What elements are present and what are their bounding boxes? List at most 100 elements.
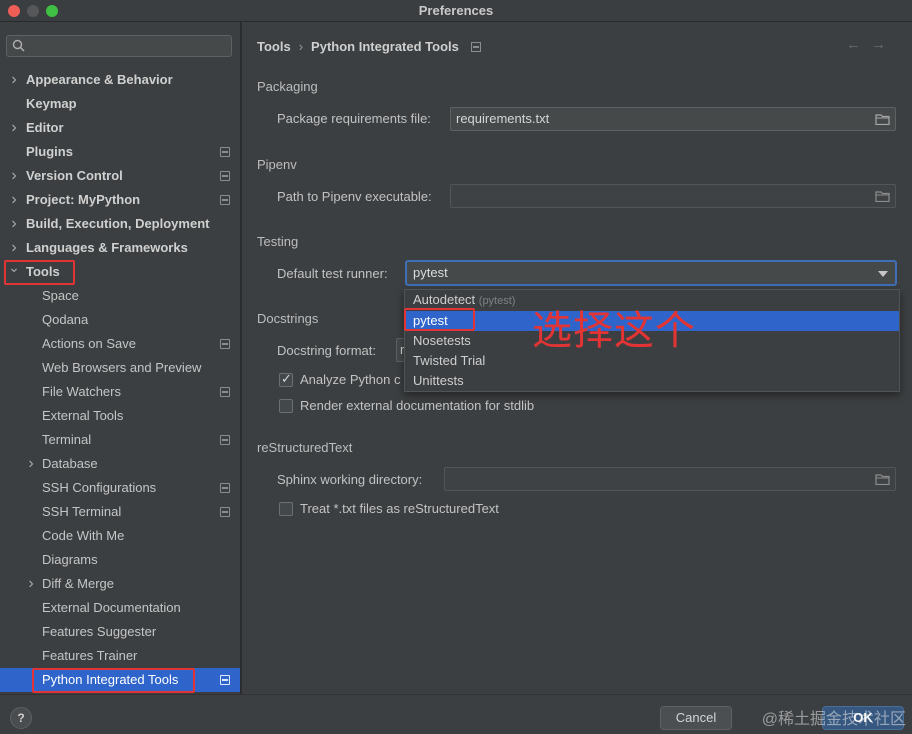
sidebar-item-external-documentation[interactable]: External Documentation [0,596,240,620]
pipenv-section-title: Pipenv [257,157,297,172]
chevron-right-icon[interactable]: › [8,68,20,92]
sidebar-item-label: External Documentation [42,600,181,615]
sidebar-item-label: Python Integrated Tools [42,672,179,687]
sidebar-item-web-browsers-and-preview[interactable]: Web Browsers and Preview [0,356,240,380]
sidebar-item-diff-merge[interactable]: › Diff & Merge [0,572,240,596]
packaging-section-title: Packaging [257,79,318,94]
option-unittests[interactable]: Unittests [405,371,899,391]
restructured-section-title: reStructuredText [257,440,353,455]
render-docs-checkbox[interactable] [279,399,293,413]
chevron-right-icon[interactable]: › [25,452,37,476]
chevron-right-icon[interactable]: › [8,116,20,140]
history-navigation: ←→ [846,36,896,53]
sidebar-item-label: Version Control [26,168,123,183]
project-scope-icon [220,195,230,205]
project-scope-icon [220,483,230,493]
sidebar-item-features-suggester[interactable]: Features Suggester [0,620,240,644]
sidebar-item-label: Features Suggester [42,624,157,639]
sidebar-item-external-tools[interactable]: External Tools [0,404,240,428]
sidebar-item-appearance-behavior[interactable]: › Appearance & Behavior [0,68,240,92]
sidebar-item-features-trainer[interactable]: Features Trainer [0,644,240,668]
settings-sidebar: › Appearance & Behavior Keymap › Editor Plugi… [0,22,241,694]
sidebar-item-label: Database [42,456,98,471]
analyze-python-checkbox[interactable] [279,371,293,387]
sidebar-item-label: Plugins [26,144,73,159]
sidebar-item-python-integrated-tools[interactable]: Python Integrated Tools [0,668,240,692]
chevron-right-icon[interactable]: › [8,188,20,212]
sidebar-item-space[interactable]: Space [0,284,240,308]
project-scope-icon [220,339,230,349]
chevron-right-icon[interactable]: › [8,212,20,236]
help-button[interactable]: ? [10,707,32,729]
sidebar-item-code-with-me[interactable]: Code With Me [0,524,240,548]
breadcrumb-current: Python Integrated Tools [311,39,459,54]
chevron-right-icon[interactable]: › [8,164,20,188]
requirements-file-field[interactable]: requirements.txt [450,107,896,131]
render-docs-label: Render external documentation for stdlib [300,398,535,413]
sphinx-dir-field[interactable] [444,467,896,491]
requirements-label: Package requirements file: [277,111,431,126]
search-icon [12,39,25,52]
pipenv-path-field[interactable] [450,184,896,208]
project-scope-icon [220,147,230,157]
sidebar-item-build-execution-deployment[interactable]: › Build, Execution, Deployment [0,212,240,236]
cancel-button[interactable]: Cancel [660,706,732,730]
sidebar-item-diagrams[interactable]: Diagrams [0,548,240,572]
folder-icon[interactable] [875,113,890,125]
sidebar-item-plugins[interactable]: Plugins [0,140,240,164]
annotation-text: 选择这个 [532,308,696,354]
docstrings-section-title: Docstrings [257,311,319,326]
requirements-file-value: requirements.txt [456,111,550,126]
sidebar-item-ssh-terminal[interactable]: SSH Terminal [0,500,240,524]
option-autodetect-hint: (pytest) [478,295,516,307]
sidebar-item-qodana[interactable]: Qodana [0,308,240,332]
project-scope-icon [220,507,230,517]
chevron-down-icon[interactable]: ⌄ [8,255,20,279]
sidebar-item-label: Qodana [42,312,89,327]
sidebar-item-file-watchers[interactable]: File Watchers [0,380,240,404]
chevron-right-icon[interactable]: › [25,572,37,596]
sphinx-dir-label: Sphinx working directory: [277,472,423,487]
sidebar-item-terminal[interactable]: Terminal [0,428,240,452]
dialog-footer: ? Cancel OK @稀土掘金技术社区 [0,694,912,734]
treat-txt-checkbox[interactable] [279,502,293,516]
sidebar-item-label: Space [42,288,79,303]
pipenv-path-label: Path to Pipenv executable: [277,189,432,204]
settings-search-input[interactable] [6,35,232,57]
sidebar-item-ssh-configurations[interactable]: SSH Configurations [0,476,240,500]
testing-section-title: Testing [257,234,299,249]
sidebar-item-version-control[interactable]: › Version Control [0,164,240,188]
sidebar-item-label: SSH Configurations [42,480,157,495]
sidebar-item-tools[interactable]: ⌄ Tools [0,259,240,284]
sidebar-item-languages-frameworks[interactable]: › Languages & Frameworks [0,236,240,260]
folder-icon[interactable] [875,473,890,485]
sidebar-item-database[interactable]: › Database [0,452,240,476]
project-scope-icon [470,42,481,52]
test-runner-label: Default test runner: [277,266,388,281]
test-runner-value: pytest [413,265,448,280]
sidebar-item-actions-on-save[interactable]: Actions on Save [0,332,240,356]
title-bar: Preferences [0,0,912,22]
sidebar-item-keymap[interactable]: Keymap [0,92,240,116]
sidebar-item-label: Code With Me [42,528,125,543]
sidebar-item-label: Actions on Save [42,336,136,351]
sidebar-item-project-mypython[interactable]: › Project: MyPython [0,188,240,212]
option-unittests-label: Unittests [413,373,464,388]
sidebar-item-label: Keymap [26,96,77,111]
sidebar-item-editor[interactable]: › Editor [0,116,240,140]
treat-txt-label: Treat *.txt files as reStructuredText [300,501,499,516]
option-nosetests-label: Nosetests [413,333,471,348]
sidebar-item-label: Features Trainer [42,648,138,663]
forward-arrow-icon[interactable]: → [871,36,896,53]
sidebar-item-label: Editor [26,120,64,135]
sidebar-item-label: SSH Terminal [42,504,122,519]
folder-icon[interactable] [875,190,890,202]
sidebar-item-label: Diagrams [42,552,98,567]
option-autodetect-label: Autodetect [413,292,476,307]
sidebar-item-label: Diff & Merge [42,576,115,591]
test-runner-select[interactable]: pytest [405,260,897,286]
breadcrumb-parent[interactable]: Tools [257,39,291,54]
back-arrow-icon[interactable]: ← [846,36,871,53]
option-twisted-trial-label: Twisted Trial [413,353,486,368]
window-title: Preferences [418,3,494,18]
